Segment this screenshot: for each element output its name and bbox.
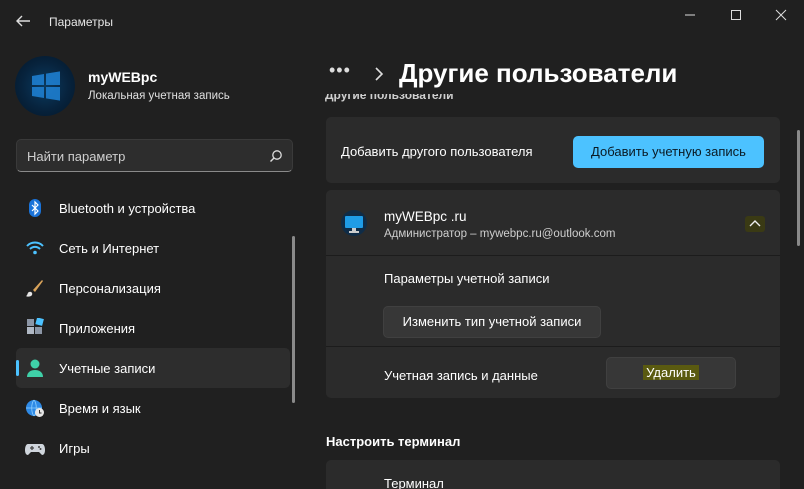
search-placeholder: Найти параметр (27, 149, 126, 164)
search-icon[interactable] (269, 149, 283, 163)
collapse-button[interactable] (745, 216, 765, 232)
person-icon (27, 359, 43, 377)
user-profile[interactable]: myWEBpc Локальная учетная запись (15, 56, 305, 116)
apps-icon (27, 318, 44, 334)
wifi-icon (26, 241, 44, 255)
sidebar-item-label: Сеть и Интернет (59, 241, 160, 256)
delete-button[interactable]: Удалить (606, 357, 736, 389)
user-account-card: myWEBpc .ru Администратор – mywebpc.ru@o… (326, 190, 780, 398)
app-title: Параметры (49, 15, 113, 29)
add-user-label: Добавить другого пользователя (341, 144, 533, 159)
windows-logo-icon (32, 71, 60, 101)
sidebar-item-personalization[interactable]: Персонализация (16, 268, 290, 308)
globe-clock-icon (26, 399, 44, 417)
bluetooth-icon (29, 199, 41, 217)
account-data-section: Учетная запись и данные Удалить (326, 348, 780, 398)
close-icon[interactable] (770, 6, 792, 24)
chevron-right-icon (375, 67, 384, 81)
sidebar-item-label: Персонализация (59, 281, 161, 296)
minimize-icon[interactable] (679, 6, 701, 24)
chevron-up-icon (749, 220, 761, 227)
kiosk-section-heading: Настроить терминал (326, 434, 461, 449)
sidebar-item-label: Игры (59, 441, 90, 456)
user-avatar (341, 210, 367, 236)
sidebar-item-gaming[interactable]: Игры (16, 428, 290, 468)
scrolled-section-heading: Другие пользователи (325, 94, 625, 104)
sidebar-item-label: Время и язык (59, 401, 141, 416)
active-indicator (16, 360, 19, 376)
add-user-card: Добавить другого пользователя Добавить у… (326, 117, 780, 183)
back-arrow-icon[interactable] (14, 12, 32, 30)
breadcrumb-more-button[interactable]: ••• (329, 60, 351, 81)
section-heading-text: Другие пользователи (325, 94, 454, 102)
sidebar-item-label: Приложения (59, 321, 136, 336)
kiosk-card[interactable]: Терминал (326, 460, 780, 489)
sidebar-scrollbar[interactable] (292, 236, 295, 403)
user-details: Администратор – mywebpc.ru@outlook.com (384, 228, 616, 240)
user-account-header[interactable]: myWEBpc .ru Администратор – mywebpc.ru@o… (326, 190, 780, 256)
gamepad-icon (25, 444, 45, 455)
account-settings-section: Параметры учетной записи Изменить тип уч… (326, 257, 780, 347)
user-name: myWEBpc .ru (384, 209, 467, 224)
profile-account-type: Локальная учетная запись (88, 90, 230, 102)
sidebar-item-bluetooth[interactable]: Bluetooth и устройства (16, 188, 290, 228)
avatar (15, 56, 75, 116)
sidebar-nav: Bluetooth и устройства Сеть и Интернет П… (16, 188, 290, 468)
sidebar-item-label: Учетные записи (59, 361, 156, 376)
profile-name: myWEBpc (88, 69, 158, 85)
account-settings-label: Параметры учетной записи (384, 271, 550, 286)
sidebar-item-label: Bluetooth и устройства (59, 201, 196, 216)
main-scrollbar[interactable] (797, 130, 800, 246)
brush-icon (26, 280, 43, 297)
title-bar: Параметры (0, 0, 804, 44)
sidebar-item-network[interactable]: Сеть и Интернет (16, 228, 290, 268)
sidebar-item-accounts[interactable]: Учетные записи (16, 348, 290, 388)
add-account-button[interactable]: Добавить учетную запись (573, 136, 764, 168)
sidebar-item-apps[interactable]: Приложения (16, 308, 290, 348)
kiosk-label: Терминал (384, 476, 444, 489)
page-title: Другие пользователи (399, 58, 678, 88)
delete-button-label: Удалить (643, 365, 699, 380)
monitor-icon (345, 216, 363, 233)
search-input[interactable]: Найти параметр (16, 139, 293, 172)
change-account-type-button[interactable]: Изменить тип учетной записи (383, 306, 601, 338)
sidebar-item-time-language[interactable]: Время и язык (16, 388, 290, 428)
account-data-label: Учетная запись и данные (384, 368, 538, 383)
maximize-icon[interactable] (725, 6, 747, 24)
